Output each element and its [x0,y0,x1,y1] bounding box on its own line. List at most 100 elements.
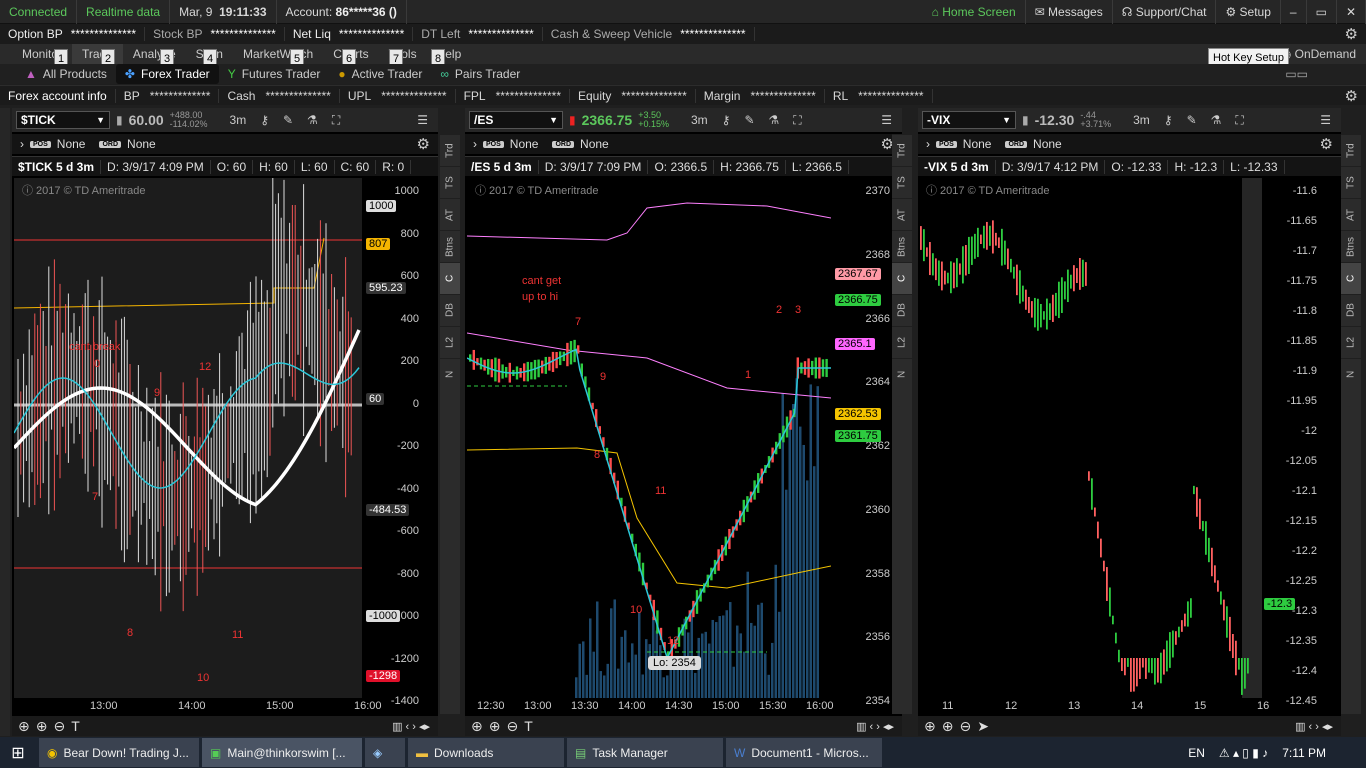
studies-icon[interactable]: ⚗ [765,113,784,127]
scroll-controls[interactable]: ▥ ‹ › ◂▸ [1295,720,1333,733]
crosshair-icon[interactable]: ⊕ [471,718,483,735]
symbol-selector[interactable]: $TICK ▼ [16,111,110,129]
support-chat-button[interactable]: ☊ Support/Chat [1113,0,1217,24]
tab-marketwatch[interactable]: MarketWatch [233,44,323,64]
subtab-forex-trader[interactable]: ✤ Forex Trader [115,64,219,84]
subtab-pairs-trader[interactable]: ∞ Pairs Trader [431,64,529,84]
menu-icon[interactable]: ☰ [877,113,896,127]
zoom-in-icon[interactable]: ⊕ [36,718,48,735]
vtab-db[interactable]: DB [892,294,912,326]
messages-button[interactable]: ✉ Messages [1026,0,1113,24]
tab-trade[interactable]: Trade [72,44,123,64]
link-icon[interactable]: ▮ [569,113,576,127]
drawing-icon[interactable]: ✎ [740,113,758,127]
zoom-in-icon[interactable]: ⊕ [489,718,501,735]
drawing-icon[interactable]: ✎ [1183,113,1201,127]
gear-icon[interactable]: ⚙ [1345,87,1366,105]
vtab-trd[interactable]: Trd [1341,134,1361,166]
taskbar-clock[interactable]: 7:11 PM [1282,746,1326,760]
symbol-selector[interactable]: -VIX ▼ [922,111,1016,129]
vtab-l2[interactable]: L2 [440,326,460,358]
crosshair-icon[interactable]: ⊕ [924,718,936,735]
aggregation-selector[interactable]: 3m [226,113,251,127]
vtab-ts[interactable]: TS [892,166,912,198]
setup-button[interactable]: ⚙ Setup [1216,0,1281,24]
cursor-icon[interactable]: T [524,718,533,734]
price-axis[interactable]: -11.6 -11.65 -11.7 -11.75 -11.8 -11.85 -11.9 -1… [1262,178,1320,708]
link-icon[interactable]: ▮ [116,113,123,127]
maximize-button[interactable]: ▭ [1307,0,1337,24]
taskbar-chrome[interactable]: ◉ Bear Down! Trading J... [39,738,199,767]
zoom-out-icon[interactable]: ⊖ [53,718,65,735]
pattern-icon[interactable]: ⛶ [789,113,805,128]
price-axis[interactable]: 1000 800 600 400 200 0 -200 -400 -600 -800 -1000 -1… [364,178,422,708]
vtab-btns[interactable]: Btns [440,230,460,262]
time-axis[interactable]: 12:30 13:00 13:30 14:00 14:30 15:00 15:30 16:00 [465,700,834,716]
vtab-at[interactable]: AT [892,198,912,230]
pattern-icon[interactable]: ⛶ [1231,113,1247,128]
account-selector[interactable]: Account: 86*****36 () [277,0,407,24]
taskbar-downloads[interactable]: ▬ Downloads [408,738,564,767]
taskbar-thinkorswim[interactable]: ▣ Main@thinkorswim [... [202,738,362,767]
style-icon[interactable]: ⚷ [1160,113,1177,127]
menu-icon[interactable]: ☰ [413,113,432,127]
vtab-n[interactable]: N [1341,358,1361,390]
subtab-active-trader[interactable]: ● Active Trader [329,64,431,84]
scroll-controls[interactable]: ▥ ‹ › ◂▸ [392,720,430,733]
aggregation-selector[interactable]: 3m [1129,113,1154,127]
zoom-out-icon[interactable]: ⊖ [959,718,971,735]
crosshair-icon[interactable]: ⊕ [18,718,30,735]
vtab-db[interactable]: DB [1341,294,1361,326]
menu-icon[interactable]: ☰ [1316,113,1335,127]
minimize-button[interactable]: – [1281,0,1307,24]
pattern-icon[interactable]: ⛶ [328,113,344,128]
taskbar-app[interactable]: ◈ [365,738,405,767]
vtab-ts[interactable]: TS [440,166,460,198]
vtab-at[interactable]: AT [440,198,460,230]
zoom-in-icon[interactable]: ⊕ [942,718,954,735]
studies-icon[interactable]: ⚗ [303,113,322,127]
left-collapse-strip[interactable] [0,108,10,736]
taskbar-word[interactable]: W Document1 - Micros... [726,738,882,767]
drawing-icon[interactable]: ✎ [279,113,297,127]
vtab-n[interactable]: N [892,358,912,390]
price-chart-2[interactable]: ⓘ 2017 © TD Ameritrade cant get up to hi 7 9… [467,178,831,698]
vtab-trd[interactable]: Trd [892,134,912,166]
home-screen-button[interactable]: ⌂ Home Screen [923,0,1026,24]
cursor-icon[interactable]: ➤ [977,718,989,735]
vtab-c[interactable]: C [1341,262,1361,294]
time-axis[interactable]: 11 12 13 14 15 16 [918,700,1269,716]
vtab-c[interactable]: C [440,262,460,294]
windows-start-icon[interactable]: ⊞ [0,737,36,768]
link-icon[interactable]: ▮ [1022,113,1029,127]
vtab-at[interactable]: AT [1341,198,1361,230]
expand-icon[interactable]: › [926,137,930,151]
vtab-ts[interactable]: TS [1341,166,1361,198]
vtab-c[interactable]: C [892,262,912,294]
close-button[interactable]: ✕ [1337,0,1366,24]
gear-icon[interactable]: ⚙ [417,135,430,153]
aggregation-selector[interactable]: 3m [687,113,712,127]
gear-icon[interactable]: ⚙ [1320,135,1333,153]
layout-icon[interactable]: ▭▭ [1285,67,1308,81]
price-chart-1[interactable]: ⓘ 2017 © TD Ameritrade cant break 0 9 12 7 8 10… [14,178,362,698]
vtab-n[interactable]: N [440,358,460,390]
style-icon[interactable]: ⚷ [256,113,273,127]
price-chart-3[interactable]: ⓘ 2017 © TD Ameritrade [918,178,1262,698]
vtab-btns[interactable]: Btns [892,230,912,262]
vtab-l2[interactable]: L2 [892,326,912,358]
taskbar-task-manager[interactable]: ▤ Task Manager [567,738,723,767]
zoom-out-icon[interactable]: ⊖ [506,718,518,735]
cursor-icon[interactable]: T [71,718,80,734]
style-icon[interactable]: ⚷ [718,113,735,127]
vtab-db[interactable]: DB [440,294,460,326]
price-axis[interactable]: 2370 2368 2366 2364 2362 2360 2358 2356 2354 2367… [833,178,893,708]
tray-icons[interactable]: ⚠ ▴ ▯ ▮ ♪ [1219,746,1268,760]
studies-icon[interactable]: ⚗ [1207,113,1226,127]
vtab-btns[interactable]: Btns [1341,230,1361,262]
expand-icon[interactable]: › [473,137,477,151]
time-axis[interactable]: 13:00 14:00 15:00 16:00 [12,700,382,716]
vtab-trd[interactable]: Trd [440,134,460,166]
subtab-futures-trader[interactable]: Y Futures Trader [219,64,330,84]
vtab-l2[interactable]: L2 [1341,326,1361,358]
